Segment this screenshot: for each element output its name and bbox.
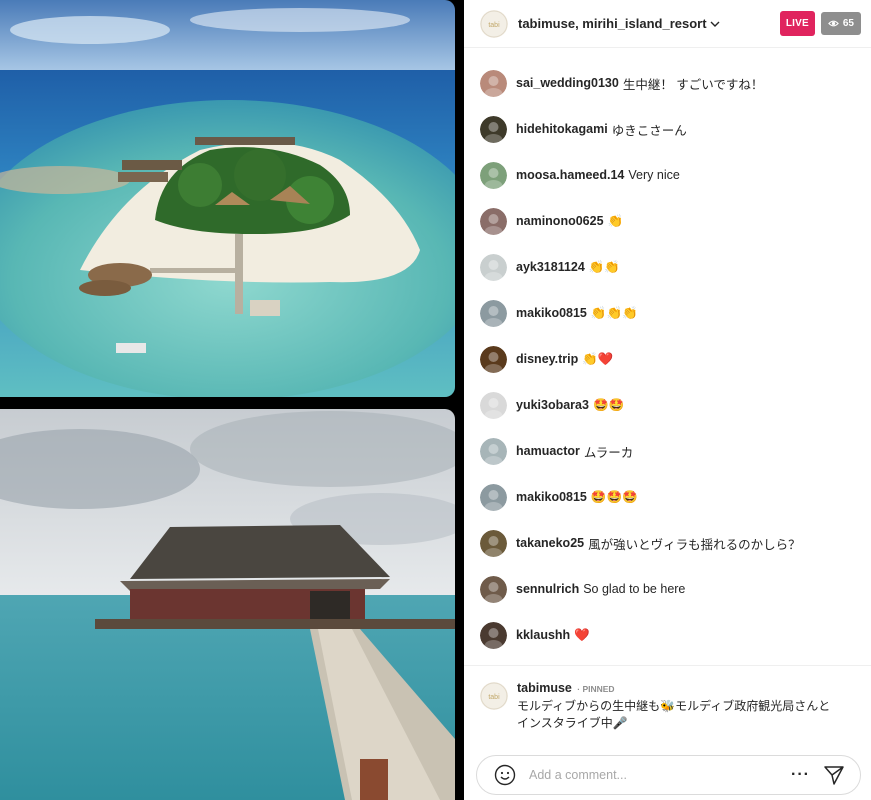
pinned-tag: · PINNED bbox=[574, 684, 615, 694]
host-avatar[interactable]: tabi bbox=[480, 9, 508, 38]
commenter-avatar[interactable] bbox=[480, 529, 507, 557]
comment-row: ayk3181124 👏👏 bbox=[464, 244, 871, 290]
commenter-username[interactable]: yuki3obara3 bbox=[516, 398, 589, 412]
commenter-username[interactable]: hidehitokagami bbox=[516, 122, 608, 136]
commenter-username[interactable]: naminono0625 bbox=[516, 214, 604, 228]
comment-row: disney.trip 👏❤️ bbox=[464, 336, 871, 382]
comment-text: Very nice bbox=[628, 168, 680, 182]
chevron-down-icon[interactable] bbox=[709, 18, 721, 30]
comment-list: sai_wedding0130 生中継！ すごいですね！ hidehitokagam… bbox=[464, 60, 871, 658]
comment-row: moosa.hameed.14 Very nice bbox=[464, 152, 871, 198]
comment-text: 👏👏 bbox=[588, 259, 620, 274]
commenter-avatar[interactable] bbox=[480, 621, 507, 649]
comment-row: sennulrich So glad to be here bbox=[464, 566, 871, 612]
commenter-avatar[interactable] bbox=[480, 161, 507, 189]
commenter-username[interactable]: moosa.hameed.14 bbox=[516, 168, 624, 182]
commenter-username[interactable]: disney.trip bbox=[516, 352, 578, 366]
live-chat-panel: tabi tabimuse, mirihi_island_resort LIVE… bbox=[464, 0, 871, 800]
send-icon[interactable] bbox=[822, 763, 846, 787]
pinned-username[interactable]: tabimuse bbox=[517, 681, 572, 695]
comment-row: sai_wedding0130 生中継！ すごいですね！ bbox=[464, 60, 871, 106]
viewer-count-badge[interactable]: 65 bbox=[820, 12, 861, 35]
commenter-username[interactable]: hamuactor bbox=[516, 444, 580, 458]
pinned-avatar[interactable]: tabi bbox=[480, 682, 508, 710]
emoji-icon[interactable] bbox=[493, 763, 517, 787]
comment-row: hidehitokagami ゆきこさーん bbox=[464, 106, 871, 152]
guest-video-villa bbox=[0, 409, 455, 800]
comment-text: 風が強いとヴィラも揺れるのかしら？ bbox=[588, 537, 801, 552]
comment-row: makiko0815 👏👏👏 bbox=[464, 290, 871, 336]
commenter-username[interactable]: makiko0815 bbox=[516, 306, 587, 320]
svg-text:tabi: tabi bbox=[488, 22, 500, 29]
comment-text: 👏 bbox=[607, 213, 624, 228]
overwater-villa-image bbox=[0, 409, 455, 800]
host-names[interactable]: tabimuse, mirihi_island_resort bbox=[518, 16, 707, 31]
host-video-aerial bbox=[0, 0, 455, 397]
pinned-text-line1: モルディブからの生中継も🐝モルディブ政府観光局さんと bbox=[517, 699, 831, 713]
island-aerial-image bbox=[0, 0, 455, 397]
live-badge: LIVE bbox=[779, 11, 815, 36]
commenter-avatar[interactable] bbox=[480, 253, 507, 281]
comment-row: kklaushh ❤️ bbox=[464, 612, 871, 658]
comment-row: hamuactor ムラーカ bbox=[464, 428, 871, 474]
comment-text: ❤️ bbox=[574, 627, 590, 642]
comment-text: 🤩🤩🤩 bbox=[590, 489, 638, 504]
live-header: tabi tabimuse, mirihi_island_resort LIVE… bbox=[464, 0, 871, 48]
svg-text:tabi: tabi bbox=[488, 694, 500, 701]
comment-text: 👏👏👏 bbox=[590, 305, 638, 320]
comment-row: naminono0625 👏 bbox=[464, 198, 871, 244]
commenter-username[interactable]: makiko0815 bbox=[516, 490, 587, 504]
commenter-username[interactable]: sai_wedding0130 bbox=[516, 76, 619, 90]
commenter-username[interactable]: takaneko25 bbox=[516, 536, 584, 550]
comment-composer: ··· bbox=[476, 755, 861, 795]
pinned-text-line2: インスタライブ中🎤 bbox=[517, 716, 628, 730]
viewer-count: 65 bbox=[842, 18, 854, 29]
commenter-avatar[interactable] bbox=[480, 437, 507, 465]
commenter-avatar[interactable] bbox=[480, 391, 507, 419]
commenter-avatar[interactable] bbox=[480, 207, 507, 235]
commenter-username[interactable]: sennulrich bbox=[516, 582, 579, 596]
comment-text: 🤩🤩 bbox=[592, 397, 625, 412]
commenter-avatar[interactable] bbox=[480, 575, 507, 603]
commenter-avatar[interactable] bbox=[480, 69, 507, 97]
comment-row: yuki3obara3 🤩🤩 bbox=[464, 382, 871, 428]
comment-input[interactable] bbox=[529, 768, 792, 782]
comment-row: makiko0815 🤩🤩🤩 bbox=[464, 474, 871, 520]
comment-text: ムラーカ bbox=[583, 445, 634, 460]
more-options-icon[interactable]: ··· bbox=[791, 767, 810, 783]
commenter-username[interactable]: ayk3181124 bbox=[516, 260, 585, 274]
comment-text: So glad to be here bbox=[583, 582, 686, 596]
commenter-username[interactable]: kklaushh bbox=[516, 628, 570, 642]
pinned-comment: tabi tabimuse · PINNED モルディブからの生中継も🐝モルディ… bbox=[464, 665, 871, 741]
commenter-avatar[interactable] bbox=[480, 115, 507, 143]
commenter-avatar[interactable] bbox=[480, 299, 507, 327]
comment-row: takaneko25 風が強いとヴィラも揺れるのかしら？ bbox=[464, 520, 871, 566]
commenter-avatar[interactable] bbox=[480, 483, 507, 511]
eye-icon bbox=[828, 20, 839, 27]
comment-text: 👏❤️ bbox=[582, 351, 614, 366]
commenter-avatar[interactable] bbox=[480, 345, 507, 373]
comment-text: 生中継！ すごいですね！ bbox=[622, 77, 764, 92]
comment-text: ゆきこさーん bbox=[611, 123, 687, 138]
